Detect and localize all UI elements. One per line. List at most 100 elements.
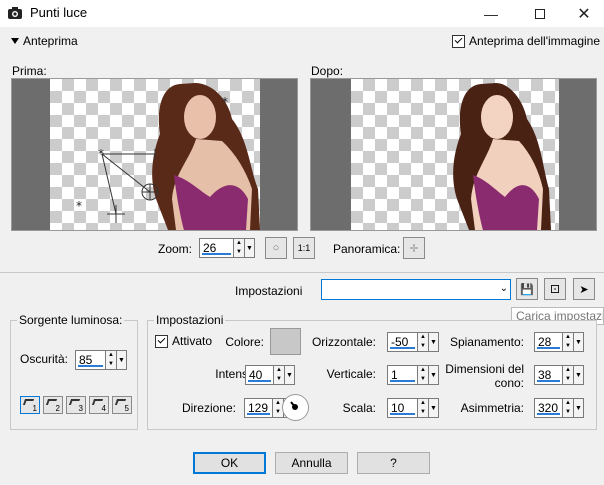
intensity-spinner[interactable]: 40 ▲ ▼ ▼ <box>245 365 295 385</box>
preview-toggle-button[interactable]: Anteprima <box>6 31 84 50</box>
preview-toggle-label: Anteprima <box>23 33 78 48</box>
light-slots: 1 2 3 4 5 <box>20 396 132 414</box>
dropdown-arrow-icon[interactable]: ▼ <box>574 398 584 418</box>
minimize-button[interactable]: — <box>468 0 514 27</box>
darkness-spinner[interactable]: 85 ▲ ▼ ▼ <box>75 350 127 370</box>
maximize-icon <box>535 8 545 19</box>
active-checkbox[interactable] <box>155 334 168 348</box>
ok-button[interactable]: OK <box>193 452 266 474</box>
spin-up-icon[interactable]: ▲ <box>418 399 428 408</box>
dropdown-arrow-icon[interactable]: ▼ <box>285 365 295 385</box>
cancel-button[interactable]: Annulla <box>275 452 348 474</box>
image-preview-option[interactable]: Anteprima dell'immagine <box>452 34 600 48</box>
spin-down-icon[interactable]: ▼ <box>106 360 116 369</box>
presets-dropdown[interactable]: ⌄ <box>321 279 511 300</box>
light-slot-button[interactable]: 1 <box>20 396 40 414</box>
minimize-icon: — <box>484 5 498 22</box>
spread-spinner[interactable]: 28 ▲ ▼ ▼ <box>534 332 584 352</box>
spin-up-icon[interactable]: ▲ <box>563 333 573 342</box>
dropdown-arrow-icon[interactable]: ▼ <box>429 365 439 385</box>
darkness-label: Oscurità: <box>20 352 69 366</box>
spin-down-icon[interactable]: ▼ <box>563 408 573 417</box>
maximize-button[interactable] <box>517 0 563 27</box>
dice-icon: ⚀ <box>550 283 560 296</box>
light-point-handles[interactable]: * * * <box>50 79 260 230</box>
close-button[interactable]: ✕ <box>561 0 604 27</box>
active-option[interactable]: Attivato <box>155 334 212 348</box>
color-swatch[interactable] <box>270 328 301 355</box>
scale-spinner[interactable]: 10 ▲ ▼ ▼ <box>387 398 439 418</box>
zoom-actual-size-button[interactable]: 1:1 <box>293 237 315 259</box>
horizontal-label: Orizzontale: <box>311 335 376 349</box>
svg-text:*: * <box>222 95 228 109</box>
zoom-label: Zoom: <box>157 242 192 256</box>
horizontal-spinner[interactable]: -50 ▲ ▼ ▼ <box>387 332 439 352</box>
after-preview[interactable] <box>310 78 597 231</box>
dropdown-arrow-icon[interactable]: ▼ <box>429 332 439 352</box>
spin-up-icon[interactable]: ▲ <box>234 239 244 248</box>
spin-up-icon[interactable]: ▲ <box>563 366 573 375</box>
before-label: Prima: <box>12 64 47 78</box>
spin-down-icon[interactable]: ▼ <box>418 342 428 351</box>
load-preset-button[interactable]: ➤ <box>573 278 595 300</box>
zoom-spinner[interactable]: 26 ▲ ▼ ▼ <box>199 238 255 258</box>
asymmetry-label: Asimmetria: <box>460 401 524 415</box>
help-button[interactable]: ? <box>357 452 430 474</box>
light-source-title: Sorgente luminosa: <box>17 313 125 327</box>
spin-up-icon[interactable]: ▲ <box>563 399 573 408</box>
move-icon: ✛ <box>409 242 419 255</box>
floppy-icon: 💾 <box>520 283 534 296</box>
dropdown-arrow-icon[interactable]: ▼ <box>245 238 255 258</box>
direction-dial[interactable] <box>282 394 309 421</box>
cancel-label: Annulla <box>291 456 332 470</box>
spin-up-icon[interactable]: ▲ <box>418 333 428 342</box>
spin-down-icon[interactable]: ▼ <box>563 375 573 384</box>
image-preview-label: Anteprima dell'immagine <box>469 34 601 48</box>
light-slot-number: 2 <box>55 404 60 413</box>
spin-up-icon[interactable]: ▲ <box>418 366 428 375</box>
save-preset-button[interactable]: 💾 <box>516 278 538 300</box>
dropdown-arrow-icon[interactable]: ▼ <box>117 350 127 370</box>
window-title: Punti luce <box>30 5 88 20</box>
before-preview[interactable]: * * * <box>11 78 298 231</box>
light-slot-number: 1 <box>32 404 37 413</box>
ok-label: OK <box>220 456 239 470</box>
direction-label: Direzione: <box>181 401 236 415</box>
spin-up-icon[interactable]: ▲ <box>106 351 116 360</box>
fit-window-icon: ○ <box>272 242 280 254</box>
random-button[interactable]: ⚀ <box>544 278 566 300</box>
spin-down-icon[interactable]: ▼ <box>418 375 428 384</box>
spin-down-icon[interactable]: ▼ <box>418 408 428 417</box>
vertical-label: Verticale: <box>326 367 376 381</box>
triangle-down-icon <box>11 37 19 44</box>
pan-button[interactable]: ✛ <box>403 237 425 259</box>
spin-down-icon[interactable]: ▼ <box>274 375 284 384</box>
cone-label: Dimensioni del cono: <box>445 362 524 390</box>
light-slot-button[interactable]: 2 <box>43 396 63 414</box>
spin-down-icon[interactable]: ▼ <box>563 342 573 351</box>
after-label: Dopo: <box>311 64 344 78</box>
spin-up-icon[interactable]: ▲ <box>274 366 284 375</box>
light-slot-button[interactable]: 4 <box>89 396 109 414</box>
zoom-fit-button[interactable]: ○ <box>265 237 287 259</box>
light-slot-button[interactable]: 3 <box>66 396 86 414</box>
svg-text:*: * <box>76 199 82 213</box>
asymmetry-spinner[interactable]: 320 ▲ ▼ ▼ <box>534 398 584 418</box>
dropdown-arrow-icon[interactable]: ▼ <box>574 332 584 352</box>
help-label: ? <box>390 456 397 470</box>
vertical-spinner[interactable]: 1 ▲ ▼ ▼ <box>387 365 439 385</box>
cone-spinner[interactable]: 38 ▲ ▼ ▼ <box>534 365 584 385</box>
folder-open-icon: ➤ <box>579 283 589 296</box>
light-slot-number: 5 <box>124 404 129 413</box>
dropdown-arrow-icon[interactable]: ▼ <box>574 365 584 385</box>
light-slot-button[interactable]: 5 <box>112 396 132 414</box>
actual-size-icon: 1:1 <box>297 243 311 253</box>
chevron-down-icon: ⌄ <box>499 283 508 294</box>
dial-needle-icon <box>290 401 298 410</box>
svg-text:*: * <box>98 147 104 161</box>
dropdown-arrow-icon[interactable]: ▼ <box>429 398 439 418</box>
light-slot-number: 4 <box>101 404 106 413</box>
image-preview-checkbox[interactable] <box>452 34 465 48</box>
spread-label: Spianamento: <box>449 335 524 349</box>
spin-down-icon[interactable]: ▼ <box>234 248 244 257</box>
